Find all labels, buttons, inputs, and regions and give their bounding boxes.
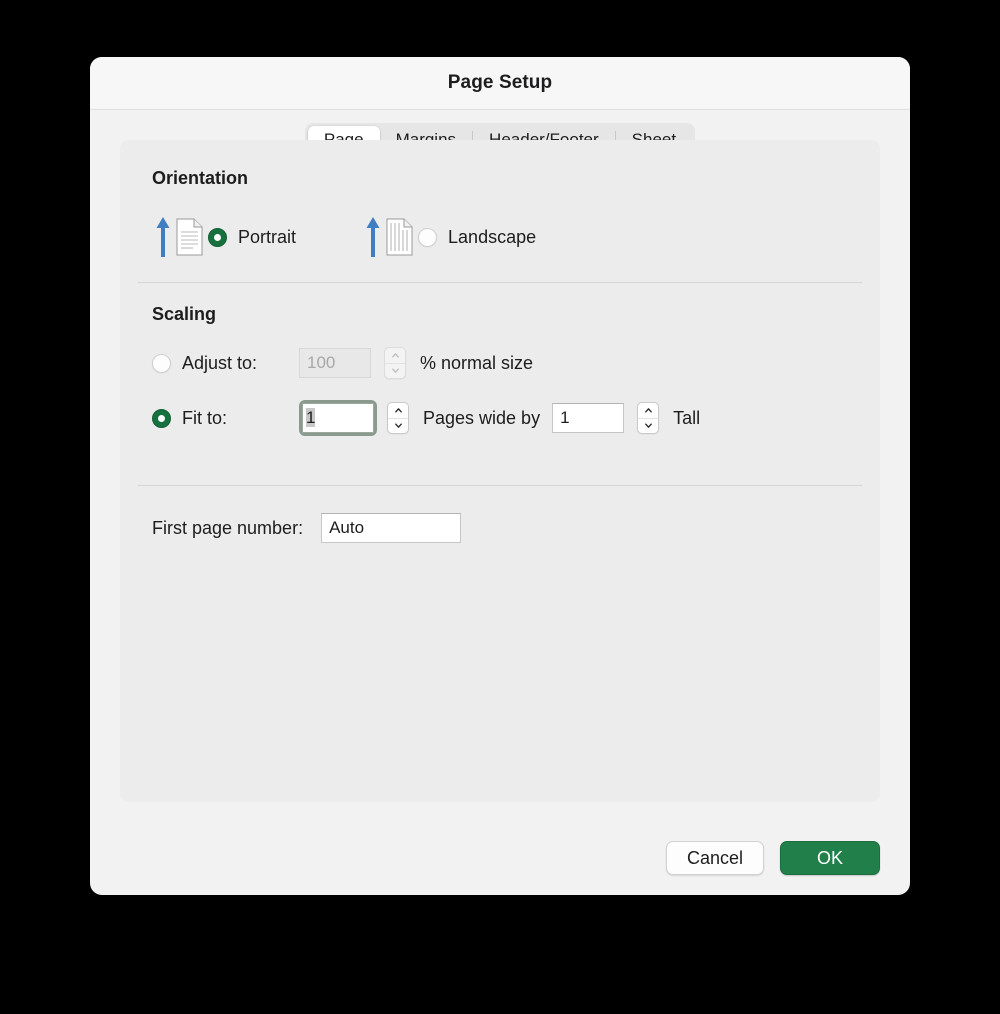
- orientation-portrait-option[interactable]: Portrait: [152, 215, 296, 259]
- fit-tall-stepper[interactable]: [637, 402, 660, 434]
- orientation-options: Portrait Landscape: [152, 215, 536, 259]
- portrait-radio[interactable]: [208, 227, 227, 247]
- adjust-to-radio[interactable]: [152, 353, 171, 373]
- adjust-to-input[interactable]: 100: [299, 348, 371, 378]
- first-page-number-label: First page number:: [152, 517, 304, 538]
- stepper-up-icon[interactable]: [638, 403, 659, 419]
- tall-label: Tall: [673, 407, 701, 428]
- stepper-up-icon[interactable]: [385, 348, 405, 364]
- fit-to-label: Fit to:: [182, 407, 228, 428]
- adjust-to-label: Adjust to:: [182, 352, 258, 373]
- orientation-landscape-option[interactable]: Landscape: [362, 215, 536, 259]
- landscape-radio[interactable]: [418, 227, 438, 247]
- first-page-number-row: First page number: Auto: [152, 513, 462, 543]
- stepper-down-icon[interactable]: [385, 364, 405, 379]
- dialog-title: Page Setup: [447, 72, 553, 93]
- page-setup-dialog: Page Setup Page Margins Header/Footer Sh…: [90, 57, 910, 895]
- stepper-down-icon[interactable]: [638, 419, 658, 434]
- fit-to-radio[interactable]: [152, 408, 171, 428]
- stepper-down-icon[interactable]: [388, 419, 408, 434]
- portrait-page-icon: [152, 215, 208, 259]
- dialog-titlebar: Page Setup: [90, 57, 910, 110]
- pages-wide-by-label: Pages wide by: [423, 407, 541, 428]
- divider-scaling-firstpage: [138, 485, 862, 486]
- scaling-title: Scaling: [152, 304, 217, 324]
- landscape-label: Landscape: [448, 226, 537, 247]
- fit-wide-input-focusring: 1: [299, 400, 377, 436]
- portrait-label: Portrait: [238, 226, 297, 247]
- orientation-title: Orientation: [152, 168, 249, 188]
- orientation-section: Orientation Portrait Landscape: [152, 168, 536, 259]
- ok-button[interactable]: OK: [780, 841, 880, 875]
- landscape-page-icon: [362, 215, 418, 259]
- dialog-footer: Cancel OK: [666, 841, 880, 875]
- adjust-to-suffix-label: % normal size: [420, 352, 534, 373]
- scaling-fit-row: Fit to: 1 Pages wide by 1 Tall: [152, 400, 700, 436]
- page-tab-panel: Orientation Portrait Landscape Scaling A…: [120, 140, 880, 802]
- fit-wide-stepper[interactable]: [387, 402, 409, 434]
- cancel-button[interactable]: Cancel: [666, 841, 764, 875]
- scaling-section: Scaling Adjust to: 100 % normal size Fit…: [152, 304, 700, 436]
- stepper-up-icon[interactable]: [388, 403, 408, 419]
- divider-orientation-scaling: [138, 282, 862, 283]
- fit-wide-input-value: 1: [306, 408, 316, 427]
- fit-wide-input[interactable]: 1: [302, 403, 374, 433]
- adjust-to-stepper[interactable]: [384, 347, 406, 379]
- scaling-adjust-row: Adjust to: 100 % normal size: [152, 347, 700, 379]
- fit-tall-input[interactable]: 1: [552, 403, 625, 433]
- first-page-number-input[interactable]: Auto: [321, 513, 462, 543]
